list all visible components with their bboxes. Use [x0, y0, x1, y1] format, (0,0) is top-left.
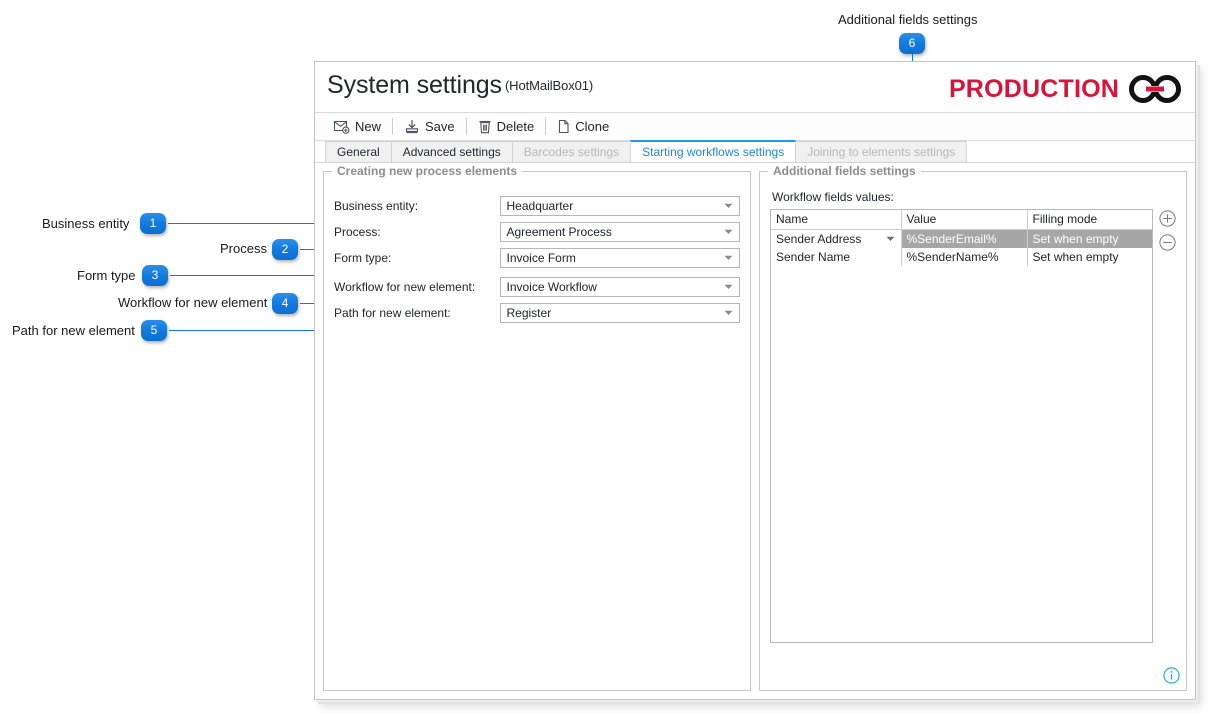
table-row[interactable]: Sender Name %SenderName% Set when empty — [771, 247, 1152, 266]
brand-text: PRODUCTION — [948, 74, 1119, 103]
callout-badge-3: 3 — [142, 265, 168, 286]
system-settings-window: System settings (HotMailBox01) PRODUCTION — [314, 61, 1196, 700]
chevron-down-icon — [724, 255, 733, 260]
new-button[interactable]: New — [325, 115, 389, 139]
new-mail-icon — [333, 120, 350, 134]
left-panel-title: Creating new process elements — [332, 164, 523, 178]
business-entity-label: Business entity: — [334, 199, 419, 213]
cell-value[interactable]: %SenderName% — [901, 247, 1028, 266]
add-field-button[interactable] — [1159, 210, 1176, 227]
callout-label-2: Process — [220, 241, 267, 256]
chevron-down-icon[interactable] — [886, 236, 895, 242]
window-header: System settings (HotMailBox01) PRODUCTION — [315, 62, 1195, 113]
workflow-for-new-element-value: Invoice Workflow — [506, 280, 597, 294]
path-for-new-element-label: Path for new element: — [334, 306, 451, 320]
cell-filling-mode[interactable]: Set when empty — [1027, 247, 1152, 266]
cell-filling-mode[interactable]: Set when empty — [1027, 229, 1152, 248]
info-icon[interactable] — [1163, 667, 1180, 684]
callout-badge-2: 2 — [272, 239, 298, 260]
field-row-workflow-for-new-element: Workflow for new element: Invoice Workfl… — [334, 277, 740, 297]
path-for-new-element-combo[interactable]: Register — [499, 303, 740, 323]
path-for-new-element-value: Register — [506, 306, 552, 320]
delete-button[interactable]: Delete — [470, 115, 543, 139]
creating-new-process-elements-panel: Creating new process elements Business e… — [323, 164, 751, 691]
field-row-process: Process: Agreement Process — [334, 222, 740, 242]
callout-label-1: Business entity — [42, 216, 130, 231]
field-row-form-type: Form type: Invoice Form — [334, 248, 740, 268]
workflow-fields-values-label: Workflow fields values: — [772, 190, 894, 204]
process-value: Agreement Process — [506, 225, 612, 239]
toolbar-separator — [545, 118, 547, 135]
copy-page-icon — [559, 119, 569, 134]
column-header-filling-mode[interactable]: Filling mode — [1027, 210, 1152, 230]
field-row-business-entity: Business entity: Headquarter — [334, 196, 740, 216]
form-type-label: Form type: — [334, 251, 392, 265]
tab-joining-to-elements-settings[interactable]: Joining to elements settings — [795, 141, 968, 162]
delete-button-label: Delete — [496, 119, 535, 134]
cell-value[interactable]: %SenderEmail% — [901, 229, 1028, 248]
column-header-value[interactable]: Value — [901, 210, 1028, 230]
workflow-for-new-element-combo[interactable]: Invoice Workflow — [499, 277, 740, 297]
save-icon — [405, 120, 419, 134]
clone-button[interactable]: Clone — [549, 115, 617, 139]
form-type-value: Invoice Form — [506, 251, 576, 265]
cell-name-text: Sender Address — [776, 231, 862, 246]
page-title: System settings (HotMailBox01) — [327, 71, 593, 100]
screenshot-root: Business entity 1 Process 2 Form type 3 … — [0, 0, 1211, 723]
tab-barcodes-settings[interactable]: Barcodes settings — [511, 141, 632, 162]
tab-starting-workflows-settings[interactable]: Starting workflows settings — [630, 140, 797, 162]
cell-name[interactable]: Sender Name — [771, 247, 902, 266]
workflow-for-new-element-label: Workflow for new element: — [334, 280, 476, 294]
page-title-subtext: (HotMailBox01) — [504, 78, 594, 93]
chevron-down-icon — [724, 284, 733, 289]
brand-link-icon — [1129, 75, 1181, 103]
chevron-down-icon — [724, 203, 733, 208]
business-entity-value: Headquarter — [506, 199, 574, 213]
callout-badge-6: 6 — [899, 33, 925, 54]
window-body: Creating new process elements Business e… — [315, 162, 1195, 699]
workflow-fields-grid[interactable]: Name Value Filling mode Sender Address %… — [770, 209, 1153, 643]
clone-button-label: Clone — [575, 119, 610, 134]
page-title-text: System settings — [327, 71, 502, 99]
toolbar-separator — [392, 118, 394, 135]
tab-general[interactable]: General — [325, 141, 392, 162]
chevron-down-icon — [724, 229, 733, 234]
field-row-path-for-new-element: Path for new element: Register — [334, 303, 740, 323]
tab-bar: General Advanced settings Barcodes setti… — [315, 140, 1195, 162]
table-row[interactable]: Sender Address %SenderEmail% Set when em… — [771, 229, 1152, 248]
trash-icon — [479, 120, 491, 134]
toolbar-separator — [465, 118, 467, 135]
callout-badge-4: 4 — [272, 293, 298, 314]
chevron-down-icon — [724, 310, 733, 315]
right-panel-title: Additional fields settings — [768, 164, 921, 178]
column-header-name[interactable]: Name — [771, 210, 902, 230]
callout-badge-5: 5 — [141, 320, 167, 341]
form-type-combo[interactable]: Invoice Form — [499, 248, 740, 268]
save-button[interactable]: Save — [396, 115, 463, 139]
table-header-row: Name Value Filling mode — [771, 210, 1152, 230]
save-button-label: Save — [425, 119, 455, 134]
business-entity-combo[interactable]: Headquarter — [499, 196, 740, 216]
callout-label-3: Form type — [77, 268, 136, 283]
window-toolbar: New Save Delete Clone — [315, 113, 1195, 141]
callout-label-5: Path for new element — [12, 323, 135, 338]
grid-area: Name Value Filling mode Sender Address %… — [770, 209, 1176, 643]
callout-label-4: Workflow for new element — [118, 295, 268, 310]
process-label: Process: — [334, 225, 381, 239]
new-button-label: New — [355, 119, 382, 134]
callout-badge-1: 1 — [140, 213, 166, 234]
tab-advanced-settings[interactable]: Advanced settings — [390, 141, 513, 162]
remove-field-button[interactable] — [1159, 234, 1176, 251]
workflow-fields-table: Name Value Filling mode Sender Address %… — [771, 210, 1152, 266]
process-combo[interactable]: Agreement Process — [499, 222, 740, 242]
brand-logo: PRODUCTION — [949, 74, 1183, 104]
grid-action-buttons — [1159, 209, 1176, 251]
callout-label-6: Additional fields settings — [838, 12, 978, 27]
cell-name[interactable]: Sender Address — [771, 229, 902, 248]
additional-fields-settings-panel: Additional fields settings Workflow fiel… — [759, 164, 1187, 691]
